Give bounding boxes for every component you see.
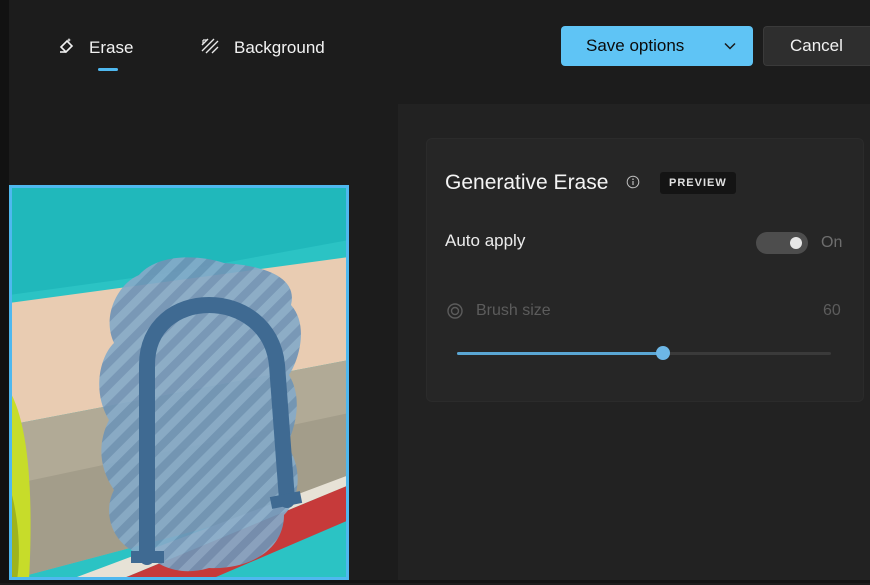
brush-size-slider[interactable] xyxy=(457,344,831,364)
background-icon xyxy=(200,37,220,60)
cancel-button[interactable]: Cancel xyxy=(763,26,870,66)
tab-background[interactable]: Background xyxy=(200,36,325,60)
auto-apply-label: Auto apply xyxy=(445,231,526,250)
chevron-down-icon[interactable] xyxy=(723,38,737,58)
window-edge xyxy=(0,0,9,583)
brush-size-label: Brush size xyxy=(476,302,551,319)
tab-background-label: Background xyxy=(234,38,325,57)
info-icon[interactable] xyxy=(626,175,640,194)
slider-thumb[interactable] xyxy=(655,346,670,360)
auto-apply-toggle[interactable] xyxy=(756,232,808,254)
preview-badge: PREVIEW xyxy=(660,172,736,194)
save-options-label: Save options xyxy=(586,36,685,55)
active-tab-indicator xyxy=(98,68,118,71)
photo-canvas[interactable] xyxy=(9,185,349,580)
save-options-button[interactable]: Save options xyxy=(561,26,753,66)
photo-preview xyxy=(9,185,349,580)
slider-fill xyxy=(457,352,663,355)
erase-icon xyxy=(57,37,75,60)
toggle-state-label: On xyxy=(821,234,843,251)
toggle-knob xyxy=(790,237,802,249)
tab-erase-label: Erase xyxy=(89,38,134,57)
tab-erase[interactable]: Erase xyxy=(57,36,133,60)
brush-size-value: 60 xyxy=(823,302,841,319)
panel-title: Generative Erase xyxy=(445,171,609,194)
brush-size-icon xyxy=(446,302,464,325)
cancel-label: Cancel xyxy=(790,36,843,55)
